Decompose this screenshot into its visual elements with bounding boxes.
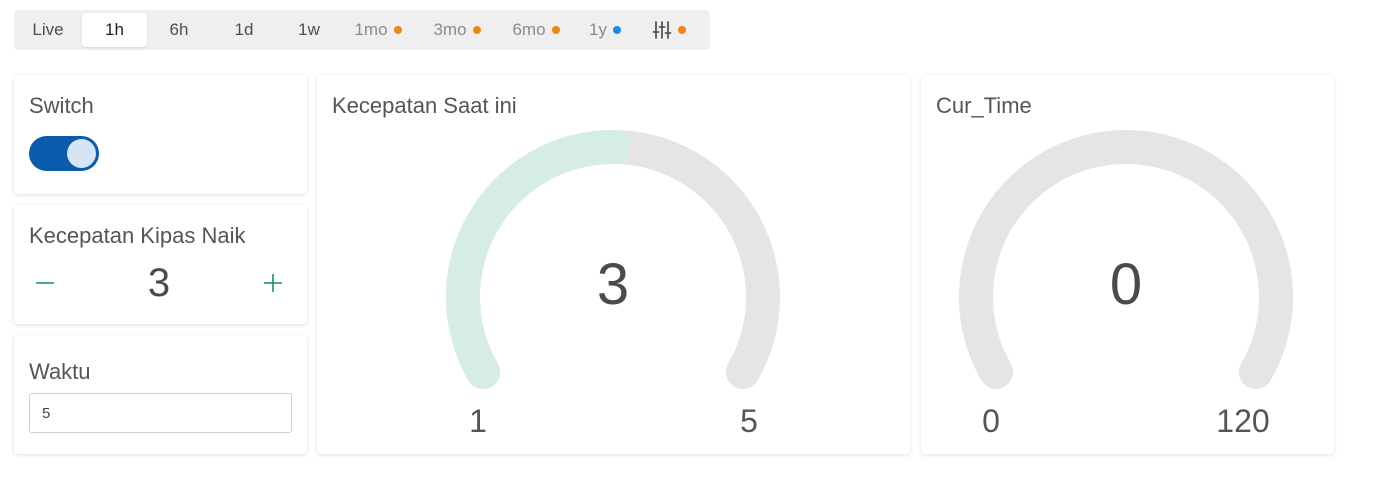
range-label: 6mo [512,20,546,39]
range-label: Live [32,20,64,39]
custom-range-button[interactable] [644,13,694,47]
sliders-icon [652,21,672,39]
range-live[interactable]: Live [16,13,80,47]
range-label: 1w [298,20,320,39]
range-label: 1h [105,20,124,39]
gauge-min-label: 0 [982,403,1000,439]
input-widget: Waktu [14,335,307,454]
gauge-max-label: 120 [1216,403,1270,439]
range-1mo[interactable]: 1mo [344,13,412,47]
stepper-value: 3 [147,261,171,305]
gauge-widget-time: Cur_Time 0 0 120 [921,75,1334,454]
widget-title: Kecepatan Kipas Naik [29,223,246,248]
time-range-bar: Live 1h 6h 1d 1w 1mo 3mo 6mo 1y [14,10,710,50]
range-6mo[interactable]: 6mo [501,13,571,47]
increment-button[interactable] [257,267,289,299]
premium-dot-icon [472,26,481,34]
range-1d[interactable]: 1d [212,13,276,47]
range-label: 3mo [433,20,467,39]
range-label: 1y [589,20,607,39]
gauge-min-label: 1 [469,403,487,439]
stepper-widget: Kecepatan Kipas Naik 3 [14,205,307,324]
premium-dot-icon [678,26,686,34]
switch-knob [67,139,96,168]
gauge-widget-speed: Kecepatan Saat ini 3 1 5 [317,75,910,454]
gauge-max-label: 5 [740,403,758,439]
switch-toggle[interactable] [29,136,99,171]
premium-dot-icon [393,26,402,34]
range-1h[interactable]: 1h [82,13,147,47]
range-label: 1mo [354,20,388,39]
widget-title: Waktu [29,359,91,384]
range-label: 6h [169,20,189,39]
info-dot-icon [612,26,621,34]
plus-icon [264,274,282,292]
widget-title: Switch [29,93,94,118]
gauge-value: 0 [1109,252,1143,317]
switch-widget: Switch [14,75,307,194]
range-3mo[interactable]: 3mo [422,13,492,47]
range-6h[interactable]: 6h [148,13,210,47]
waktu-input[interactable] [29,393,292,433]
range-1y[interactable]: 1y [580,13,630,47]
gauge-value: 3 [596,252,630,317]
minus-icon [36,282,54,284]
range-label: 1d [234,20,254,39]
range-1w[interactable]: 1w [278,13,340,47]
decrement-button[interactable] [29,267,61,299]
premium-dot-icon [551,26,560,34]
